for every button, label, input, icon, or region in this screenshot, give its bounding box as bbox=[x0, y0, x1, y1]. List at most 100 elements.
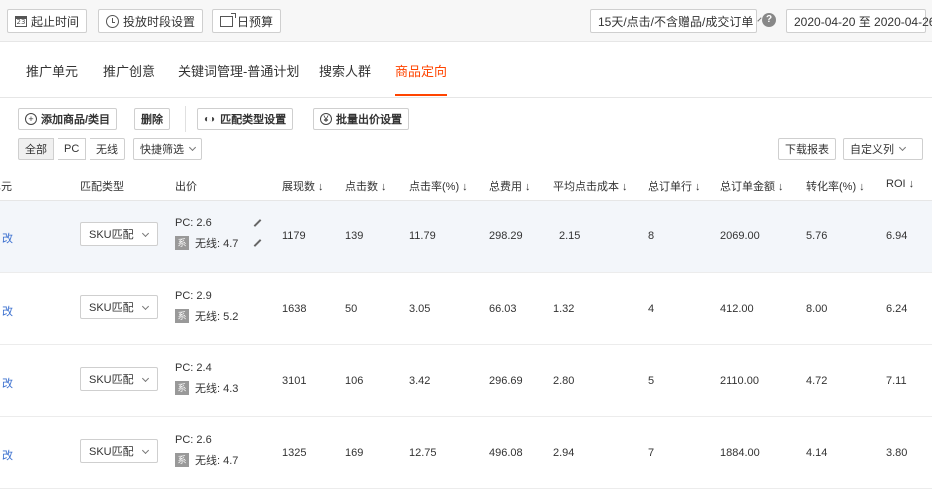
wireless-bid: 无线: 4.7 bbox=[195, 238, 239, 250]
batch-bid-button[interactable]: ¥ 批量出价设置 bbox=[313, 108, 409, 130]
divider bbox=[185, 106, 186, 132]
bid-cell: PC: 2.9 系 无线: 5.2 bbox=[175, 286, 238, 326]
orders-value: 8 bbox=[648, 230, 655, 242]
col-impressions[interactable]: 展现数 ↓ bbox=[282, 178, 324, 194]
tab-keywords[interactable]: 关键词管理-普通计划 bbox=[178, 61, 299, 80]
pc-bid: PC: 2.6 bbox=[175, 434, 212, 446]
cvr-value: 8.00 bbox=[806, 303, 828, 315]
cost-value: 298.29 bbox=[489, 230, 523, 242]
bid-cell: PC: 2.6 系 无线: 4.7 bbox=[175, 213, 270, 253]
col-cpc[interactable]: 平均点击成本 ↓ bbox=[553, 178, 628, 194]
wireless-bid: 无线: 4.7 bbox=[195, 455, 239, 467]
table-row: 改 SKU匹配 PC: 2.6 系 无线: 4.7 1179 139 11.79… bbox=[0, 201, 932, 273]
match-type-select[interactable]: SKU匹配 bbox=[80, 367, 158, 391]
system-badge: 系 bbox=[175, 381, 189, 395]
match-icon: ◐◑ bbox=[204, 113, 215, 125]
pc-bid-line: PC: 2.4 bbox=[175, 358, 238, 378]
pc-bid-line: PC: 2.9 bbox=[175, 286, 238, 306]
filter-pc[interactable]: PC bbox=[58, 138, 87, 160]
wireless-bid: 无线: 4.3 bbox=[195, 383, 239, 395]
match-type-button[interactable]: ◐◑ 匹配类型设置 bbox=[197, 108, 294, 130]
schedule-label: 投放时段设置 bbox=[123, 14, 196, 29]
attribution-label: 15天/点击/不含赠品/成交订单 bbox=[598, 14, 754, 29]
tab-creatives[interactable]: 推广创意 bbox=[103, 61, 155, 80]
roi-value: 7.11 bbox=[886, 375, 907, 387]
ctr-value: 3.42 bbox=[409, 375, 431, 387]
schedule-button[interactable]: 投放时段设置 bbox=[98, 9, 204, 33]
match-type-value: SKU匹配 bbox=[89, 302, 134, 314]
match-type-select[interactable]: SKU匹配 bbox=[80, 295, 158, 319]
custom-columns-select[interactable]: 自定义列 bbox=[843, 138, 923, 160]
add-product-label: 添加商品/类目 bbox=[41, 114, 111, 126]
edit-pencil-icon[interactable] bbox=[253, 239, 262, 247]
cpc-value: 2.15 bbox=[559, 230, 581, 242]
wireless-bid-line: 系 无线: 5.2 bbox=[175, 306, 238, 326]
match-type-value: SKU匹配 bbox=[89, 229, 134, 241]
attribution-select[interactable]: 15天/点击/不含赠品/成交订单 bbox=[590, 9, 762, 33]
system-badge: 系 bbox=[175, 236, 189, 250]
cost-value: 496.08 bbox=[489, 447, 523, 459]
unit-edit-link[interactable]: 改 bbox=[2, 303, 13, 319]
roi-value: 6.24 bbox=[886, 303, 908, 315]
add-product-button[interactable]: + 添加商品/类目 bbox=[18, 108, 118, 130]
match-type-value: SKU匹配 bbox=[89, 374, 134, 386]
ctr-value: 3.05 bbox=[409, 303, 431, 315]
help-icon[interactable]: ? bbox=[762, 13, 776, 27]
filter-all[interactable]: 全部 bbox=[18, 138, 54, 160]
orders-value: 4 bbox=[648, 303, 655, 315]
col-clicks[interactable]: 点击数 ↓ bbox=[345, 178, 387, 194]
cvr-value: 5.76 bbox=[806, 230, 828, 242]
yen-icon: ¥ bbox=[320, 113, 332, 125]
col-orders[interactable]: 总订单行 ↓ bbox=[648, 178, 701, 194]
daily-budget-button[interactable]: 日预算 bbox=[212, 9, 282, 33]
end-time-label: 起止时间 bbox=[31, 14, 80, 29]
end-time-button[interactable]: 23 起止时间 bbox=[7, 9, 88, 33]
col-cost[interactable]: 总费用 ↓ bbox=[489, 178, 531, 194]
wireless-bid-line: 系 无线: 4.7 bbox=[175, 450, 238, 470]
ctr-value: 11.79 bbox=[409, 230, 436, 242]
bid-cell: PC: 2.4 系 无线: 4.3 bbox=[175, 358, 238, 398]
cpc-value: 2.80 bbox=[553, 375, 575, 387]
delete-button[interactable]: 删除 bbox=[134, 108, 170, 130]
col-ctr[interactable]: 点击率(%) ↓ bbox=[409, 178, 468, 194]
table-row: 改 SKU匹配 PC: 2.9 系 无线: 5.2 1638 50 3.05 6… bbox=[0, 273, 932, 345]
edit-pencil-icon[interactable] bbox=[253, 219, 262, 227]
tab-search-audience[interactable]: 搜索人群 bbox=[319, 61, 371, 80]
custom-columns-label: 自定义列 bbox=[850, 144, 894, 156]
order-amount-value: 2110.00 bbox=[720, 375, 759, 387]
quick-filter-select[interactable]: 快捷筛选 bbox=[133, 138, 202, 160]
match-type-select[interactable]: SKU匹配 bbox=[80, 439, 158, 463]
unit-edit-link[interactable]: 改 bbox=[2, 447, 13, 463]
active-tab-indicator bbox=[395, 94, 447, 96]
table-header: 单元 匹配类型 出价 展现数 ↓ 点击数 ↓ 点击率(%) ↓ 总费用 ↓ 平均… bbox=[0, 168, 932, 201]
match-type-select[interactable]: SKU匹配 bbox=[80, 222, 158, 246]
match-type-label: 匹配类型设置 bbox=[220, 114, 287, 126]
tab-units[interactable]: 推广单元 bbox=[26, 61, 78, 80]
cpc-value: 2.94 bbox=[553, 447, 575, 459]
col-cvr[interactable]: 转化率(%) ↓ bbox=[806, 178, 865, 194]
date-range-label: 2020-04-20 至 2020-04-26 bbox=[794, 14, 932, 29]
bid-cell: PC: 2.6 系 无线: 4.7 bbox=[175, 430, 238, 470]
download-report-button[interactable]: 下载报表 bbox=[778, 138, 836, 160]
roi-value: 3.80 bbox=[886, 447, 908, 459]
cvr-value: 4.14 bbox=[806, 447, 828, 459]
tab-product-targeting[interactable]: 商品定向 bbox=[395, 61, 447, 80]
unit-edit-link[interactable]: 改 bbox=[2, 230, 13, 246]
batch-bid-label: 批量出价设置 bbox=[336, 114, 402, 126]
wireless-bid-line: 系 无线: 4.7 bbox=[175, 233, 270, 253]
chevron-down-icon bbox=[141, 374, 150, 383]
chevron-down-icon bbox=[188, 143, 197, 152]
pc-bid: PC: 2.4 bbox=[175, 362, 212, 374]
chevron-down-icon bbox=[141, 302, 150, 311]
system-badge: 系 bbox=[175, 309, 189, 323]
daily-budget-label: 日预算 bbox=[237, 14, 274, 29]
impressions-value: 3101 bbox=[282, 375, 307, 387]
unit-edit-link[interactable]: 改 bbox=[2, 375, 13, 391]
filter-wireless[interactable]: 无线 bbox=[90, 138, 125, 160]
impressions-value: 1179 bbox=[282, 230, 306, 242]
col-roi[interactable]: ROI ↓ bbox=[886, 178, 914, 190]
pc-bid-line: PC: 2.6 bbox=[175, 213, 270, 233]
col-order-amount[interactable]: 总订单金额 ↓ bbox=[720, 178, 784, 194]
chevron-down-icon bbox=[141, 229, 150, 238]
date-range-picker[interactable]: 2020-04-20 至 2020-04-26 bbox=[786, 9, 932, 33]
